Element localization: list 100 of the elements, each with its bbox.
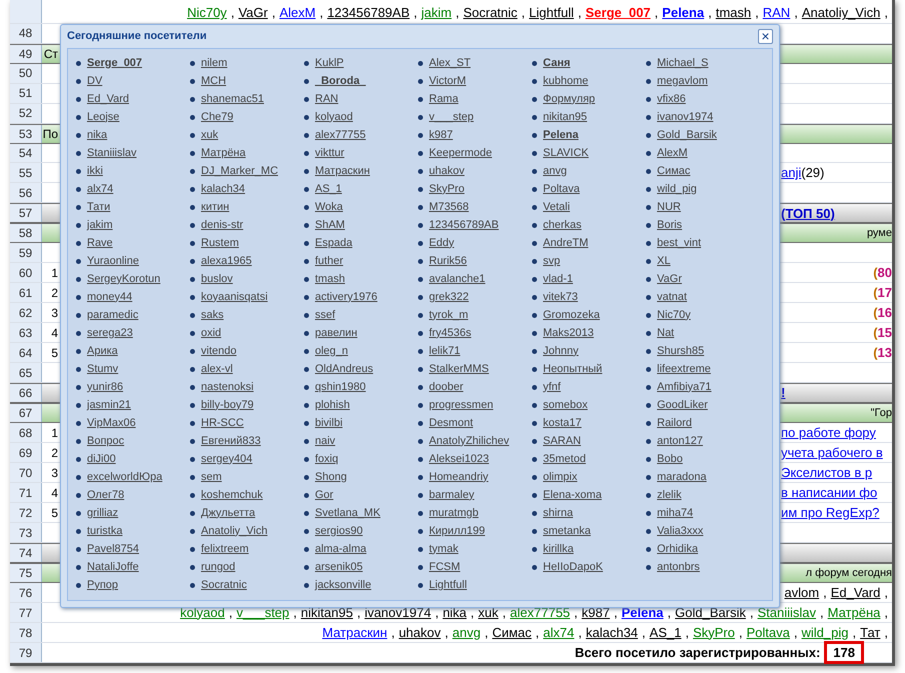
user-link[interactable]: Саня — [543, 54, 570, 72]
user-link[interactable]: rungod — [201, 558, 236, 576]
user-link[interactable]: StalkerMMS — [429, 360, 489, 378]
user-link[interactable]: Кирилл199 — [429, 522, 486, 540]
user-link[interactable]: vitendo — [201, 342, 236, 360]
user-link[interactable]: MCH — [201, 72, 226, 90]
user-link[interactable]: Gromozeka — [543, 306, 600, 324]
user-link[interactable]: Serge_007 — [87, 54, 142, 72]
user-link[interactable]: uhakov — [398, 622, 441, 642]
user-link[interactable]: alma-alma — [315, 540, 366, 558]
user-link[interactable]: ivanov1974 — [657, 108, 714, 126]
user-link[interactable]: nilem — [201, 54, 228, 72]
user-link[interactable]: koyaanisqatsi — [201, 288, 268, 306]
user-link[interactable]: koshemchuk — [201, 486, 263, 504]
user-link[interactable]: Симас — [657, 162, 690, 180]
user-link[interactable]: Rustem — [201, 234, 239, 252]
user-link[interactable]: megavlom — [657, 72, 708, 90]
user-link[interactable]: v___step — [429, 108, 474, 126]
user-link[interactable]: Vetali — [543, 198, 570, 216]
user-link[interactable]: Desmont — [429, 414, 474, 432]
user-link[interactable]: qshin1980 — [315, 378, 366, 396]
user-link[interactable]: Keepermode — [429, 144, 492, 162]
user-link[interactable]: SergeyKorotun — [87, 270, 160, 288]
user-link[interactable]: plohish — [315, 396, 350, 414]
user-link[interactable]: nikitan95 — [543, 108, 588, 126]
user-link[interactable]: Poltava — [543, 180, 580, 198]
user-link[interactable]: activery1976 — [315, 288, 378, 306]
user-link[interactable]: turistka — [87, 522, 122, 540]
user-link[interactable]: Alex_ST — [429, 54, 471, 72]
user-link[interactable]: zlelik — [657, 486, 682, 504]
user-link[interactable]: wild_pig — [657, 180, 697, 198]
user-link[interactable]: arsenik05 — [315, 558, 363, 576]
user-link[interactable]: Eddy — [429, 234, 454, 252]
user-link[interactable]: HR-SCC — [201, 414, 244, 432]
user-link[interactable]: lifeextreme — [657, 360, 711, 378]
user-link[interactable]: Poltava — [746, 622, 790, 642]
user-link[interactable]: smetanka — [543, 522, 591, 540]
user-link[interactable]: cherkas — [543, 216, 582, 234]
user-link[interactable]: Michael_S — [657, 54, 708, 72]
user-link[interactable]: 123456789AB — [327, 3, 410, 23]
user-link[interactable]: FCSM — [429, 558, 460, 576]
user-link[interactable]: svp — [543, 252, 560, 270]
user-link[interactable]: 123456789AB — [429, 216, 499, 234]
user-link[interactable]: SARAN — [543, 432, 581, 450]
user-link[interactable]: OldAndreus — [315, 360, 374, 378]
user-link[interactable]: vatnat — [657, 288, 687, 306]
user-link[interactable]: ssef — [315, 306, 336, 324]
user-link[interactable]: NataliJoffe — [87, 558, 139, 576]
user-link[interactable]: Gor — [315, 486, 334, 504]
user-link[interactable]: Aleksei1023 — [429, 450, 489, 468]
user-link[interactable]: barmaley — [429, 486, 474, 504]
user-link[interactable]: Формуляр — [543, 90, 596, 108]
user-link[interactable]: Gold_Barsik — [657, 126, 717, 144]
user-link[interactable]: jacksonville — [315, 576, 372, 594]
user-link[interactable]: Неопытный — [543, 360, 602, 378]
user-link[interactable]: Stumv — [87, 360, 118, 378]
user-link[interactable]: равелин — [315, 324, 358, 342]
user-link[interactable]: lelik71 — [429, 342, 460, 360]
user-link[interactable]: GoodLiker — [657, 396, 708, 414]
user-link[interactable]: Nat — [657, 324, 674, 342]
user-link[interactable]: Pavel8754 — [87, 540, 139, 558]
user-link[interactable]: jakim — [87, 216, 113, 234]
cell-link[interactable]: Экселистов в р — [781, 462, 872, 482]
user-link[interactable]: Pelena — [662, 3, 704, 23]
user-link[interactable]: Railord — [657, 414, 692, 432]
user-link[interactable]: Lightfull — [529, 3, 574, 23]
user-link[interactable]: Ed_Vard — [87, 90, 129, 108]
user-link[interactable]: DV — [87, 72, 102, 90]
user-link[interactable]: yunir86 — [87, 378, 124, 396]
user-link[interactable]: Матрёна — [201, 144, 246, 162]
user-link[interactable]: Nic70y — [187, 3, 227, 23]
user-link[interactable]: muratmgb — [429, 504, 479, 522]
user-link[interactable]: tmash — [716, 3, 752, 23]
user-link[interactable]: alx74 — [543, 622, 574, 642]
user-link[interactable]: VipMax06 — [87, 414, 136, 432]
user-link[interactable]: foxiq — [315, 450, 338, 468]
cell-link[interactable]: anji — [781, 163, 802, 183]
user-link[interactable]: Leojse — [87, 108, 120, 126]
user-link[interactable]: HeIIoDapoK — [543, 558, 603, 576]
user-link[interactable]: alex77755 — [315, 126, 366, 144]
user-link[interactable]: Maks2013 — [543, 324, 594, 342]
user-link[interactable]: excelworldЮра — [87, 468, 162, 486]
user-link[interactable]: Lightfull — [429, 576, 467, 594]
cell-link[interactable]: (ТОП 50) — [781, 204, 835, 224]
user-link[interactable]: kalach34 — [586, 622, 638, 642]
user-link[interactable]: alx74 — [87, 180, 114, 198]
cell-link[interactable]: учета рабочего в — [781, 442, 883, 462]
user-link[interactable]: best_vint — [657, 234, 702, 252]
user-link[interactable]: NUR — [657, 198, 681, 216]
user-link[interactable]: AS_1 — [650, 622, 682, 642]
user-link[interactable]: alexa1965 — [201, 252, 252, 270]
user-link[interactable]: tyrok_m — [429, 306, 468, 324]
user-link[interactable]: sergey404 — [201, 450, 252, 468]
user-link[interactable]: kirillka — [543, 540, 574, 558]
user-link[interactable]: Staniiislav — [87, 144, 137, 162]
user-link[interactable]: Матраскин — [322, 622, 388, 642]
user-link[interactable]: Rurik56 — [429, 252, 467, 270]
user-link[interactable]: Bobo — [657, 450, 683, 468]
user-link[interactable]: Woka — [315, 198, 343, 216]
user-link[interactable]: Shong — [315, 468, 347, 486]
